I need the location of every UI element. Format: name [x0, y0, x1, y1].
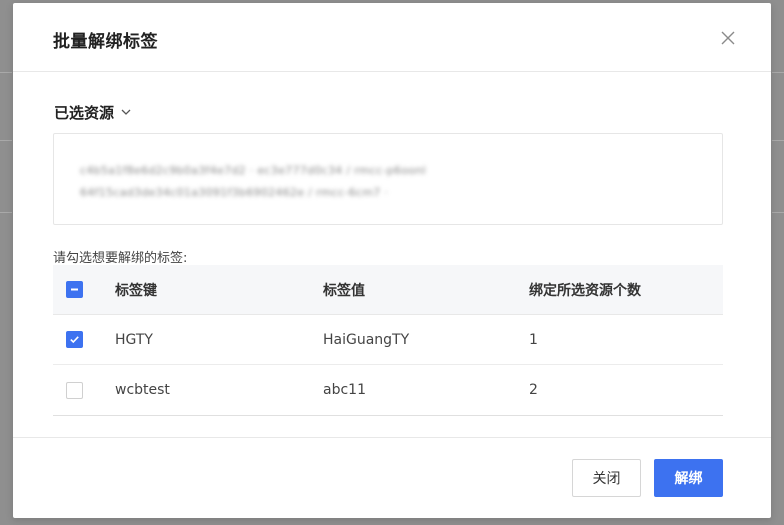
backdrop-divider: [0, 212, 12, 213]
backdrop-divider: [772, 72, 784, 73]
close-icon[interactable]: [719, 29, 737, 47]
backdrop-divider: [0, 72, 12, 73]
tag-key: wcbtest: [115, 382, 170, 398]
unbind-button[interactable]: 解绑: [654, 459, 723, 497]
resource-item: 64f15cad3de34c01a3091f3b6902462e / rmcc-…: [80, 186, 389, 199]
selected-resources-box: c4b5a1f8e6d2c9b0a3f4e7d2 · ec3e777d0c34 …: [53, 133, 723, 225]
selected-resources-toggle[interactable]: 已选资源: [54, 102, 132, 123]
table-header: 标签键 标签值 绑定所选资源个数: [53, 265, 723, 315]
instruction-text: 请勾选想要解绑的标签:: [53, 251, 188, 266]
chevron-down-icon: [120, 104, 132, 122]
dialog-footer: 关闭 解绑: [13, 437, 771, 518]
resource-item: c4b5a1f8e6d2c9b0a3f4e7d2 · ec3e777d0c34 …: [80, 164, 427, 177]
row-checkbox[interactable]: [66, 331, 83, 348]
unbind-tags-dialog: 批量解绑标签 已选资源 c4b5a1f8e6d2c9b0a3f4e7d2 · e…: [13, 3, 771, 518]
tag-key: HGTY: [115, 331, 153, 348]
tags-table: 标签键 标签值 绑定所选资源个数 HGTY HaiGuangTY 1 wcbte…: [53, 265, 723, 416]
dialog-header: 批量解绑标签: [13, 3, 771, 72]
row-checkbox[interactable]: [66, 381, 83, 399]
backdrop-divider: [772, 140, 784, 141]
backdrop-divider: [772, 212, 784, 213]
table-row[interactable]: HGTY HaiGuangTY 1: [53, 315, 723, 365]
column-header-count: 绑定所选资源个数: [529, 282, 641, 299]
table-row[interactable]: wcbtest abc11 2: [53, 365, 723, 415]
select-all-checkbox[interactable]: [66, 281, 83, 298]
backdrop-divider: [0, 140, 12, 141]
dialog-title: 批量解绑标签: [53, 32, 158, 52]
close-button[interactable]: 关闭: [572, 459, 641, 497]
bound-count: 1: [529, 331, 538, 348]
selected-resources-label: 已选资源: [54, 104, 115, 122]
column-header-value: 标签值: [323, 282, 365, 299]
column-header-key: 标签键: [115, 282, 157, 299]
tag-value: abc11: [323, 382, 366, 398]
tag-value: HaiGuangTY: [323, 331, 410, 348]
bound-count: 2: [529, 382, 538, 398]
